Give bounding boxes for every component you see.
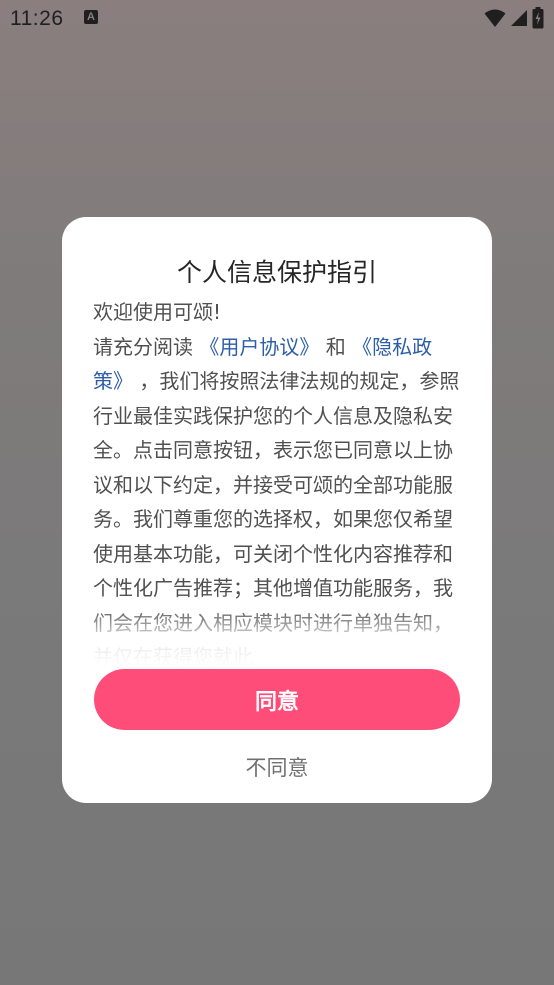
privacy-dialog: 个人信息保护指引 欢迎使用可颂! 请充分阅读 《用户协议》 和 《隐私政策》 ，… [62,217,492,803]
agree-button[interactable]: 同意 [94,669,460,730]
connector-text: 和 [319,334,353,359]
status-bar: 11:26 A [0,0,554,40]
text-fade-overlay [93,607,463,667]
wifi-icon [484,9,506,27]
greeting-text: 欢迎使用可颂! [93,300,222,324]
signal-icon [511,10,527,26]
intro-prefix: 请充分阅读 [93,334,200,359]
status-time: 11:26 [10,7,64,30]
user-agreement-link[interactable]: 《用户协议》 [199,335,319,359]
disagree-button[interactable]: 不同意 [177,745,377,789]
dialog-title: 个人信息保护指引 [176,258,377,287]
status-icons [484,6,544,30]
battery-icon [532,7,544,29]
notification-app-icon: A [84,10,98,24]
